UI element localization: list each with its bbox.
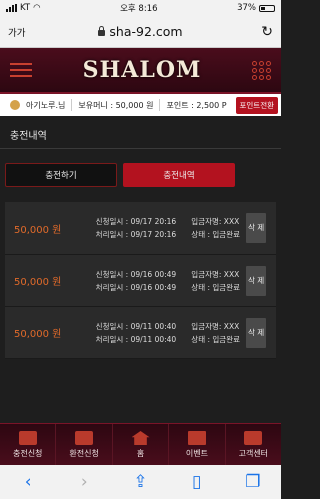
nav-label: 이벤트 — [185, 449, 208, 458]
lock-icon — [98, 26, 106, 36]
nav-exchange[interactable]: 환전신청 — [56, 424, 113, 466]
page-title: 충전내역 — [0, 120, 281, 149]
user-bar: 아기노루.님 보유머니 : 50,000 원 포인트 : 2,500 P 포인트… — [0, 94, 281, 116]
battery-percent: 37% — [237, 3, 256, 13]
table-row: 50,000 원 신청일시 : 09/17 20:16 처리일시 : 09/17… — [5, 202, 276, 255]
support-icon — [244, 431, 263, 445]
applied-time: 신청일시 : 09/16 00:49 — [95, 269, 177, 279]
wifi-icon: ◠ — [33, 3, 41, 13]
status-text: 상태 : 입금완료 — [191, 282, 240, 292]
deposit-status: 입금자명: XXX 상태 : 입금완료 — [191, 320, 246, 346]
deposit-status: 입금자명: XXX 상태 : 입금완료 — [191, 268, 246, 294]
reload-icon[interactable]: ↻ — [243, 24, 273, 40]
wallet-icon — [18, 431, 37, 445]
grid-menu-icon[interactable] — [251, 60, 271, 80]
status-text: 상태 : 입금완료 — [191, 334, 240, 344]
tab-charge-history[interactable]: 충전내역 — [123, 163, 235, 187]
tab-bar: 충전하기 충전내역 — [0, 149, 281, 193]
home-icon — [131, 431, 150, 445]
applied-time: 신청일시 : 09/11 00:40 — [95, 321, 177, 331]
delete-button[interactable]: 삭 제 — [246, 265, 266, 296]
applied-time: 신청일시 : 09/17 20:16 — [95, 217, 177, 226]
processed-time: 처리일시 : 09/16 00:49 — [95, 282, 177, 292]
delete-button[interactable]: 삭 제 — [246, 317, 266, 348]
tabs-icon[interactable]: ❐ — [243, 472, 263, 492]
processed-time: 처리일시 : 09/11 00:40 — [95, 334, 177, 344]
depositor-name: 입금자명: XXX — [191, 269, 240, 279]
nav-label: 고객센터 — [238, 449, 269, 458]
depositor-name: 입금자명: XXX — [191, 217, 240, 226]
table-row: 50,000 원 신청일시 : 09/16 00:49 처리일시 : 09/16… — [5, 255, 276, 307]
avatar — [10, 100, 20, 110]
back-icon[interactable]: ‹ — [18, 472, 38, 492]
exchange-icon — [75, 431, 94, 445]
status-left: KT ◠ — [6, 3, 41, 13]
site-header: SHALOM — [0, 48, 281, 94]
bookmarks-icon[interactable]: ▯ — [187, 472, 207, 492]
processed-time: 처리일시 : 09/17 20:16 — [95, 230, 177, 239]
nav-home[interactable]: 홈 — [113, 424, 170, 466]
points: 포인트 : 2,500 P — [166, 100, 227, 110]
user-name: 아기노루.님 — [26, 100, 66, 110]
browser-url-bar: 가가 sha-92.com ↻ — [0, 16, 281, 48]
url-text: sha-92.com — [109, 24, 183, 39]
bottom-nav: 충전신청 환전신청 홈 이벤트 고객센터 — [0, 423, 281, 466]
table-row: 50,000 원 신청일시 : 09/11 00:40 처리일시 : 09/11… — [5, 307, 276, 359]
nav-label: 환전신청 — [69, 449, 99, 458]
deposit-dates: 신청일시 : 09/17 20:16 처리일시 : 09/17 20:16 — [96, 215, 192, 241]
deposit-dates: 신청일시 : 09/11 00:40 처리일시 : 09/11 00:40 — [96, 320, 192, 346]
gift-icon — [187, 431, 206, 445]
status-text: 상태 : 입금완료 — [191, 230, 240, 239]
status-right: 37% — [237, 3, 275, 13]
site-logo[interactable]: SHALOM — [83, 57, 202, 83]
deposit-amount: 50,000 원 — [14, 224, 62, 236]
deposit-list: 50,000 원 신청일시 : 09/17 20:16 처리일시 : 09/17… — [5, 202, 276, 359]
signal-icon — [6, 4, 17, 12]
carrier: KT — [20, 3, 31, 13]
delete-button[interactable]: 삭 제 — [246, 213, 266, 243]
point-convert-button[interactable]: 포인트전환 — [235, 96, 278, 114]
holding-money: 보유머니 : 50,000 원 — [78, 100, 154, 110]
deposit-status: 입금자명: XXX 상태 : 입금완료 — [191, 215, 246, 241]
depositor-name: 입금자명: XXX — [191, 321, 240, 331]
divider — [159, 99, 161, 111]
browser-toolbar: ‹ › ⇪ ▯ ❐ — [0, 465, 281, 499]
menu-icon[interactable] — [10, 63, 32, 77]
tab-charge[interactable]: 충전하기 — [5, 163, 117, 187]
deposit-dates: 신청일시 : 09/16 00:49 처리일시 : 09/16 00:49 — [96, 268, 192, 294]
deposit-amount: 50,000 원 — [14, 277, 62, 288]
nav-label: 홈 — [136, 449, 145, 458]
share-icon[interactable]: ⇪ — [130, 472, 150, 492]
nav-charge[interactable]: 충전신청 — [0, 424, 57, 466]
clock: 오후 8:16 — [120, 4, 158, 14]
forward-icon[interactable]: › — [74, 472, 94, 492]
address-field[interactable]: sha-92.com — [38, 24, 243, 39]
battery-icon — [259, 4, 275, 12]
text-size-button[interactable]: 가가 — [8, 25, 38, 39]
nav-support[interactable]: 고객센터 — [226, 424, 281, 466]
nav-event[interactable]: 이벤트 — [169, 424, 226, 466]
nav-label: 충전신청 — [12, 449, 43, 458]
status-bar: KT ◠ 오후 8:16 37% — [0, 0, 281, 16]
divider — [71, 99, 73, 111]
deposit-amount: 50,000 원 — [14, 329, 62, 340]
